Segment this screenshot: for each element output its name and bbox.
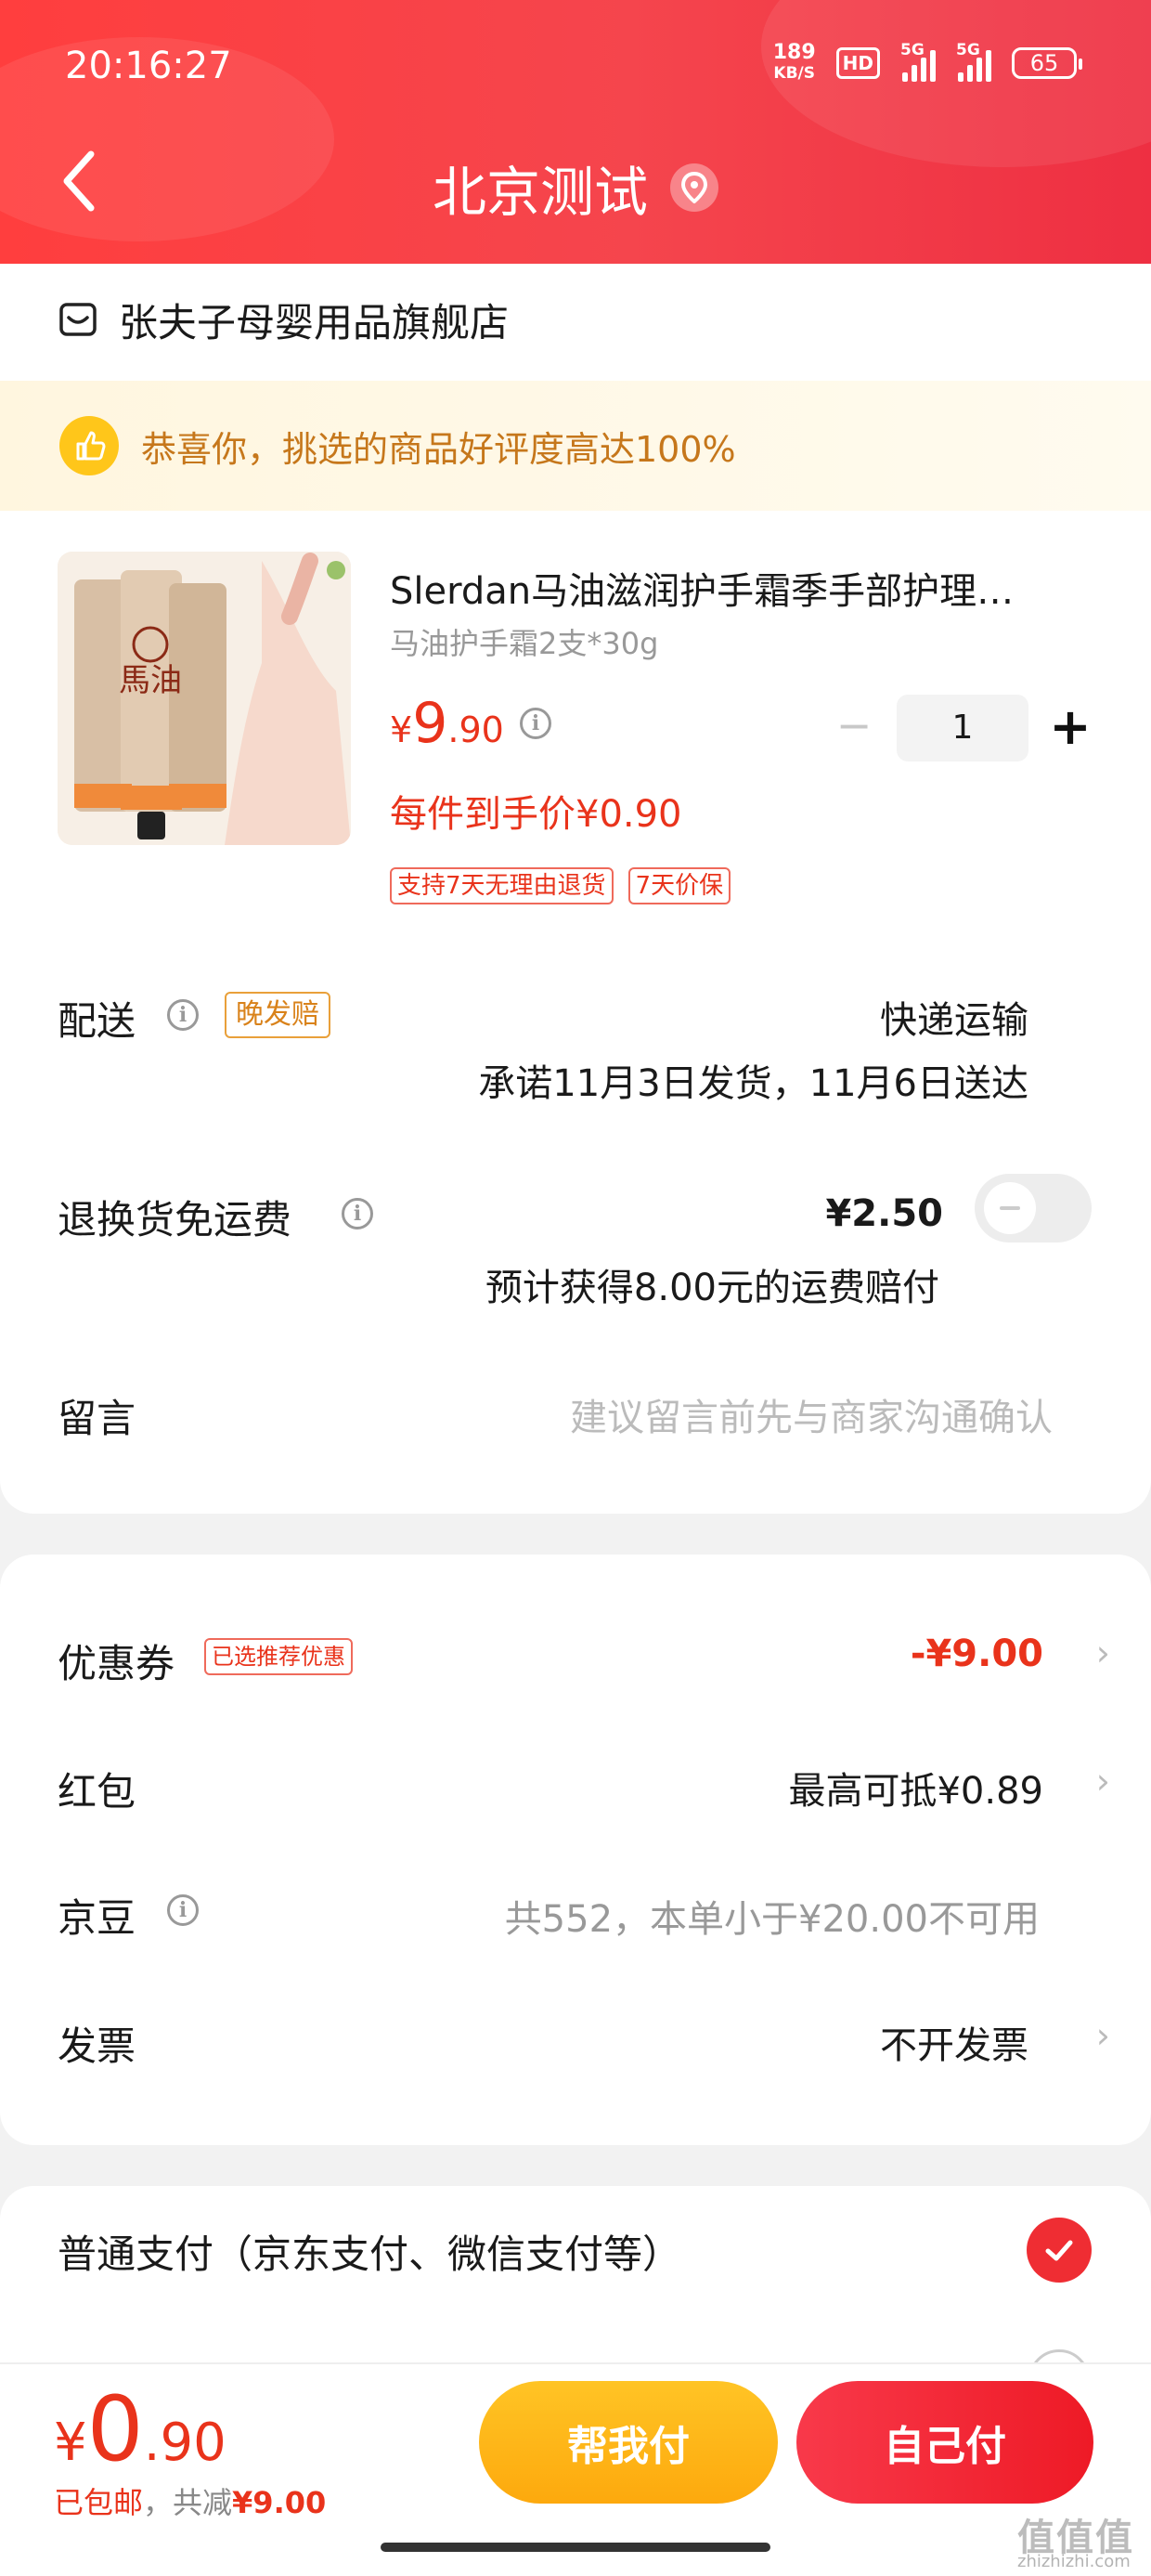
product-spec: 马油护手霜2支*30g — [390, 626, 659, 661]
jd-beans-info-icon[interactable]: i — [167, 1894, 199, 1926]
total-decimal: .90 — [143, 2413, 226, 2473]
coupon-value[interactable]: -¥9.00 — [911, 1633, 1043, 1675]
unit-price: 每件到手价¥0.90 — [390, 793, 682, 836]
battery-icon: 65 — [1012, 47, 1082, 79]
quantity-plus-button[interactable]: + — [1045, 702, 1095, 752]
saved-amount: ¥9.00 — [232, 2485, 327, 2520]
return-shipping-label: 退换货免运费 — [58, 1197, 292, 1242]
page-title: 北京测试 — [432, 161, 648, 224]
price-integer: 9 — [412, 691, 448, 756]
signal-label: 5G — [956, 41, 980, 59]
service-tags: 支持7天无理由退货 7天价保 — [390, 867, 731, 904]
coupon-tag: 已选推荐优惠 — [204, 1638, 353, 1675]
jd-beans-label: 京豆 — [58, 1895, 136, 1941]
location-pin-icon — [670, 163, 718, 212]
total-symbol: ¥ — [54, 2413, 87, 2473]
signal-icon: 5G — [956, 41, 991, 82]
address-title[interactable]: 北京测试 — [0, 149, 1151, 227]
help-pay-button[interactable]: 帮我付 — [479, 2381, 778, 2504]
jd-beans-value: 共552，本单小于¥20.00不可用 — [504, 1898, 1040, 1941]
chevron-right-icon[interactable]: › — [1096, 2015, 1110, 2056]
quantity-value[interactable]: 1 — [897, 695, 1028, 761]
total-integer: 0 — [86, 2377, 144, 2481]
header-decoration — [761, 0, 1151, 167]
shop-row[interactable]: 张夫子母婴用品旗舰店 — [58, 282, 509, 357]
product-image[interactable]: 馬油 — [58, 552, 351, 845]
banner-text: 恭喜你，挑选的商品好评度高达100% — [141, 428, 736, 470]
service-tag: 7天价保 — [627, 867, 731, 904]
return-shipping-price: ¥2.50 — [825, 1192, 943, 1235]
network-speed-value: 189 — [772, 41, 816, 64]
price-decimal: .90 — [447, 709, 504, 750]
red-packet-value[interactable]: 最高可抵¥0.89 — [788, 1761, 1043, 1815]
product-price: ¥ 9 .90 — [390, 691, 504, 756]
late-compensation-badge: 晚发赔 — [225, 992, 330, 1038]
signal-label: 5G — [900, 41, 925, 59]
thumbs-up-icon — [59, 416, 119, 475]
price-info-icon[interactable]: i — [520, 708, 551, 739]
invoice-label: 发票 — [58, 2023, 136, 2069]
quantity-minus-button[interactable]: − — [831, 702, 877, 748]
network-speed-unit: KB/S — [773, 64, 815, 83]
toggle-knob — [984, 1182, 1036, 1234]
watermark-url: zhizhizhi.com — [1017, 2552, 1131, 2571]
status-icons: 189 KB/S HD 5G 5G 65 — [773, 41, 1082, 84]
saved-prefix: ，共减 — [143, 2485, 233, 2520]
self-pay-button[interactable]: 自己付 — [796, 2381, 1093, 2504]
shipping-summary: 已包邮，共减¥9.00 — [54, 2479, 326, 2522]
price-symbol: ¥ — [390, 709, 413, 750]
free-shipping-text: 已包邮 — [54, 2485, 144, 2520]
message-input[interactable]: 建议留言前先与商家沟通确认 — [570, 1387, 1053, 1441]
delivery-promise: 承诺11月3日发货，11月6日送达 — [478, 1062, 1028, 1105]
shop-icon — [59, 303, 97, 336]
return-shipping-toggle[interactable] — [975, 1174, 1092, 1242]
home-indicator[interactable] — [381, 2543, 770, 2552]
message-label: 留言 — [58, 1396, 136, 1441]
invoice-value[interactable]: 不开发票 — [880, 2015, 1028, 2069]
hd-icon: HD — [835, 47, 880, 79]
return-shipping-note: 预计获得8.00元的运费赔付 — [485, 1267, 939, 1309]
signal-icon: 5G — [900, 41, 936, 82]
chevron-right-icon[interactable]: › — [1096, 1761, 1110, 1802]
return-shipping-info-icon[interactable]: i — [342, 1198, 373, 1229]
chevron-right-icon[interactable]: › — [1096, 1633, 1110, 1673]
service-tag: 支持7天无理由退货 — [390, 867, 614, 904]
red-packet-label: 红包 — [58, 1769, 136, 1815]
delivery-method[interactable]: 快递运输 — [880, 990, 1028, 1044]
payment-method-label[interactable]: 普通支付（京东支付、微信支付等） — [58, 2223, 681, 2280]
delivery-info-icon[interactable]: i — [167, 999, 199, 1031]
checkmark-icon[interactable] — [1027, 2218, 1092, 2283]
status-time: 20:16:27 — [65, 45, 232, 87]
rating-banner: 恭喜你，挑选的商品好评度高达100% — [0, 381, 1151, 511]
svg-text:馬油: 馬油 — [119, 662, 182, 699]
header-bar: 20:16:27 189 KB/S HD 5G 5G 65 北京测试 — [0, 0, 1151, 264]
total-price: ¥ 0 .90 — [54, 2377, 226, 2481]
shop-name: 张夫子母婴用品旗舰店 — [119, 299, 510, 345]
delivery-label: 配送 — [58, 998, 136, 1044]
coupon-label: 优惠券 — [58, 1641, 175, 1686]
product-title[interactable]: Slerdan马油滋润护手霜季手部护理… — [390, 561, 1077, 615]
network-speed: 189 KB/S — [773, 43, 816, 84]
